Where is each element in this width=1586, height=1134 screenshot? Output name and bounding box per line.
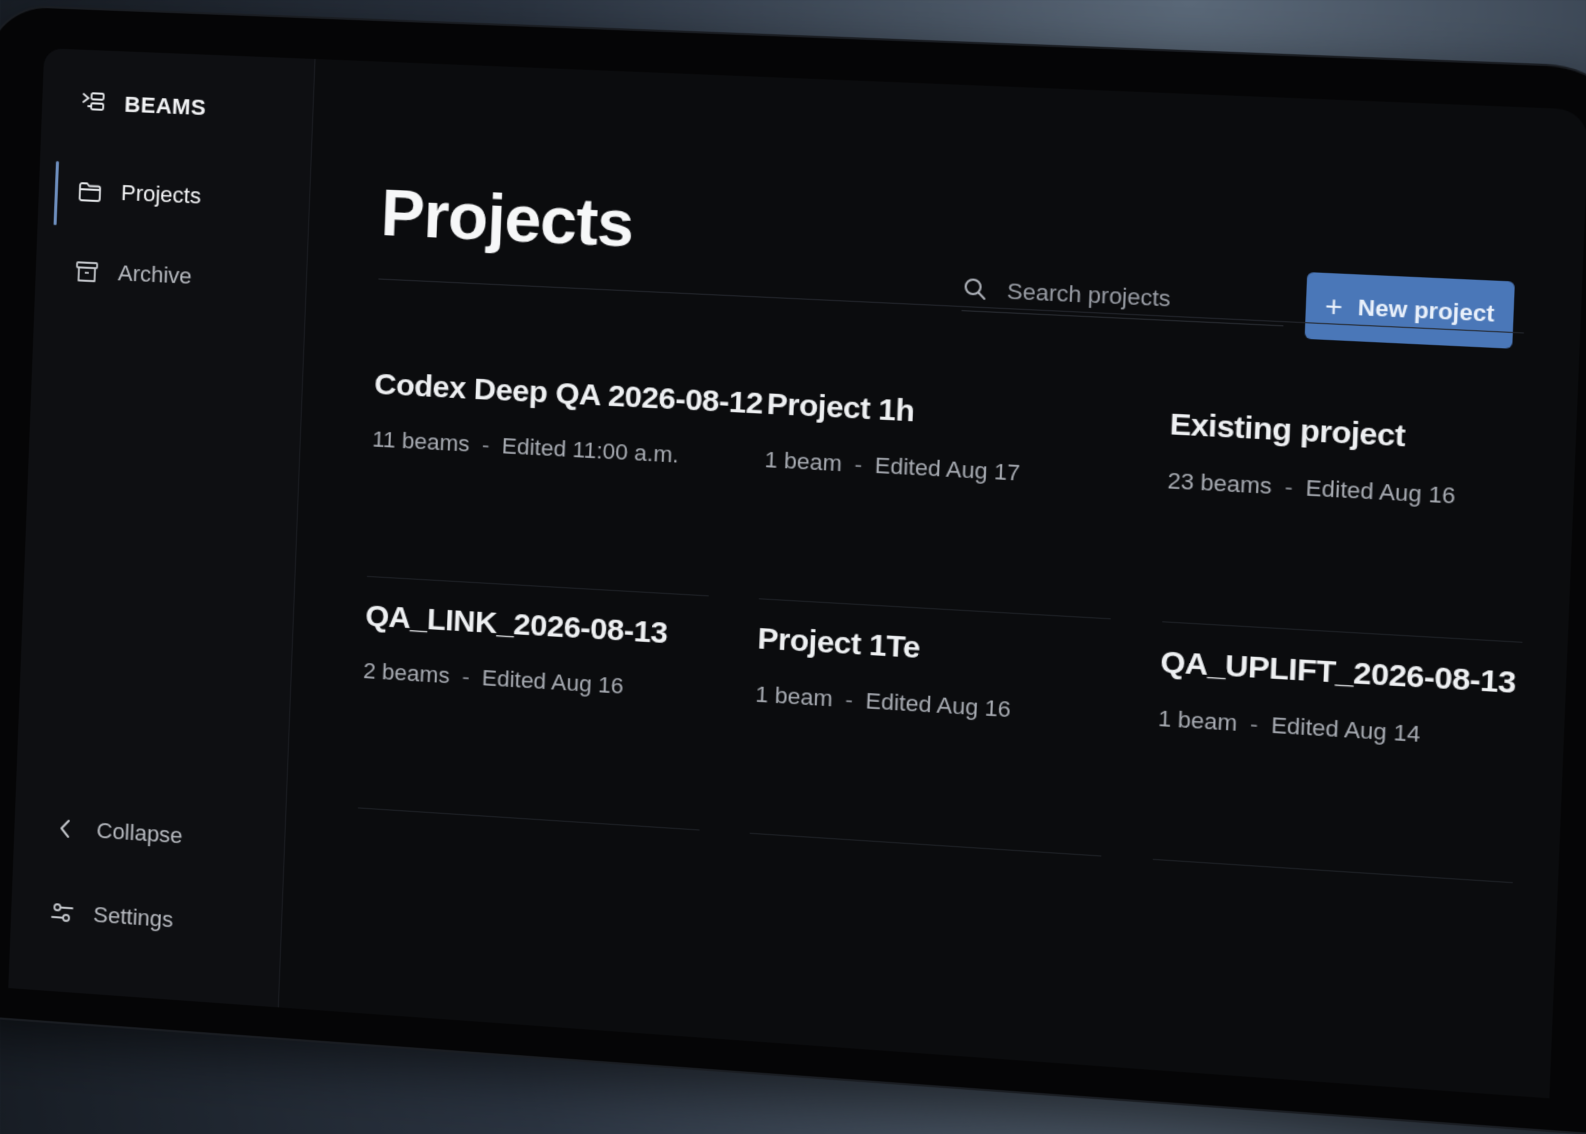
device-frame: BEAMS Projects Archive Collapse Settings… bbox=[0, 6, 1586, 1134]
edited-time: Edited 11:00 a.m. bbox=[501, 432, 680, 468]
collapse-button[interactable]: Collapse bbox=[52, 815, 183, 850]
chevron-left-icon bbox=[52, 815, 79, 843]
project-name: Project 1h bbox=[766, 387, 916, 429]
search-input[interactable] bbox=[1004, 276, 1268, 319]
meta-separator: - bbox=[844, 686, 854, 713]
plus-icon: + bbox=[1324, 289, 1344, 323]
project-card[interactable]: Existing project 23 beams - Edited Aug 16 bbox=[1161, 384, 1533, 643]
project-grid: Codex Deep QA 2026-08-12 11 beams - Edited… bbox=[357, 345, 1533, 884]
edited-time: Edited Aug 17 bbox=[874, 452, 1021, 486]
project-meta: 11 beams - Edited 11:00 a.m. bbox=[372, 426, 680, 469]
search-icon bbox=[962, 276, 991, 304]
app-window: BEAMS Projects Archive Collapse Settings… bbox=[8, 48, 1586, 1099]
beam-count: 1 beam bbox=[1157, 705, 1238, 737]
sliders-icon bbox=[49, 899, 76, 927]
meta-separator: - bbox=[461, 663, 471, 690]
beam-count: 2 beams bbox=[362, 657, 451, 689]
project-meta: 2 beams - Edited Aug 16 bbox=[363, 658, 624, 700]
project-name: Project 1Te bbox=[757, 621, 921, 666]
project-name: QA_LINK_2026-08-13 bbox=[364, 599, 668, 651]
folder-icon bbox=[76, 178, 103, 205]
beam-count: 1 beam bbox=[764, 446, 843, 477]
edited-time: Edited Aug 16 bbox=[1305, 474, 1456, 509]
beam-count: 1 beam bbox=[755, 681, 834, 712]
project-card[interactable]: Project 1Te 1 beam - Edited Aug 16 bbox=[750, 599, 1111, 857]
beam-count: 11 beams bbox=[371, 426, 471, 457]
brand: BEAMS bbox=[80, 90, 207, 121]
active-indicator bbox=[53, 160, 60, 226]
project-name: Existing project bbox=[1169, 407, 1406, 454]
beam-count: 23 beams bbox=[1167, 467, 1273, 500]
sidebar-item-label: Projects bbox=[120, 179, 202, 209]
project-meta: 23 beams - Edited Aug 16 bbox=[1167, 468, 1456, 510]
project-name: Codex Deep QA 2026-08-12 bbox=[373, 367, 764, 421]
project-meta: 1 beam - Edited Aug 14 bbox=[1158, 705, 1421, 748]
brand-name: BEAMS bbox=[123, 91, 207, 121]
meta-separator: - bbox=[481, 431, 490, 458]
new-project-button[interactable]: + New project bbox=[1304, 272, 1515, 349]
project-card[interactable]: Project 1h 1 beam - Edited Aug 17 bbox=[759, 364, 1120, 620]
project-meta: 1 beam - Edited Aug 17 bbox=[764, 446, 1021, 487]
meta-separator: - bbox=[1284, 473, 1294, 501]
settings-button[interactable]: Settings bbox=[49, 899, 174, 934]
new-project-label: New project bbox=[1357, 294, 1495, 327]
project-meta: 1 beam - Edited Aug 16 bbox=[755, 681, 1011, 723]
beams-logo-icon bbox=[80, 90, 107, 117]
archive-icon bbox=[73, 258, 100, 285]
sidebar-item-label: Archive bbox=[117, 260, 193, 289]
sidebar-item-archive[interactable]: Archive bbox=[73, 258, 192, 290]
page-title: Projects bbox=[379, 176, 635, 261]
edited-time: Edited Aug 14 bbox=[1270, 712, 1421, 748]
meta-separator: - bbox=[853, 451, 863, 478]
sidebar: BEAMS Projects Archive Collapse Settings bbox=[8, 48, 316, 1008]
edited-time: Edited Aug 16 bbox=[865, 687, 1012, 723]
collapse-label: Collapse bbox=[96, 817, 184, 849]
project-card[interactable]: Codex Deep QA 2026-08-12 11 beams - Edited… bbox=[366, 345, 763, 597]
project-card[interactable]: QA_UPLIFT_2026-08-13 1 beam - Edited Aug 1… bbox=[1152, 622, 1523, 884]
settings-label: Settings bbox=[92, 901, 174, 933]
project-card[interactable]: QA_LINK_2026-08-13 2 beams - Edited Aug 16 bbox=[357, 576, 710, 831]
search-box[interactable] bbox=[961, 268, 1286, 327]
meta-separator: - bbox=[1249, 710, 1259, 738]
project-name: QA_UPLIFT_2026-08-13 bbox=[1159, 645, 1517, 701]
main-content: Projects + New project Codex Deep QA 202… bbox=[279, 59, 1586, 1098]
edited-time: Edited Aug 16 bbox=[481, 664, 624, 699]
sidebar-item-projects[interactable]: Projects bbox=[76, 178, 202, 210]
